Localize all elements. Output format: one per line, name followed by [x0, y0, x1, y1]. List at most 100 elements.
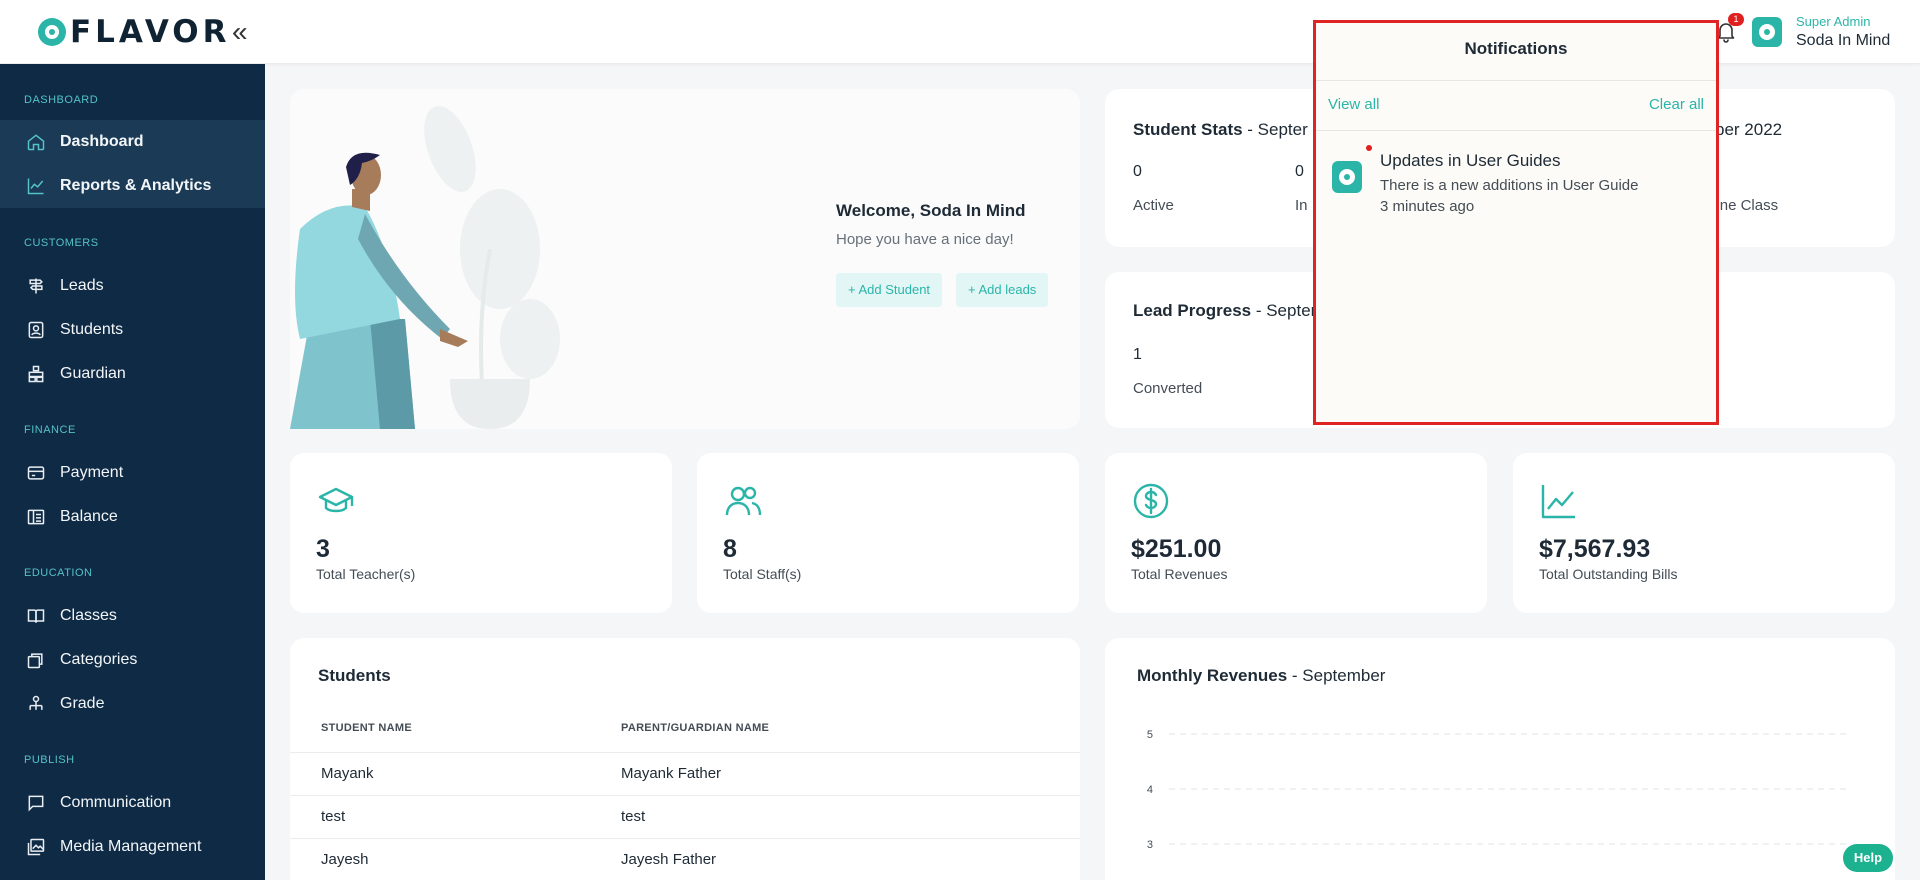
cell-guardian-name: test — [621, 808, 646, 825]
welcome-title: Welcome, Soda In Mind — [836, 201, 1026, 220]
sidebar: DASHBOARD Dashboard Reports & Analytics … — [0, 64, 265, 880]
student-stats-title: Student Stats - Septer — [1133, 120, 1308, 139]
cell-student-name: Mayank — [321, 765, 374, 782]
sidebar-item-categories[interactable]: Categories — [0, 638, 265, 682]
section-label-dashboard: DASHBOARD — [24, 94, 99, 106]
stacked-windows-icon — [26, 650, 46, 670]
cell-student-name: Jayesh — [321, 851, 369, 868]
graduation-cap-icon — [318, 487, 354, 513]
sidebar-item-classes[interactable]: Classes — [0, 594, 265, 638]
sidebar-item-label: Reports & Analytics — [60, 177, 212, 194]
sidebar-item-balance[interactable]: Balance — [0, 495, 265, 539]
sidebar-item-label: Communication — [60, 794, 172, 811]
dollar-circle-icon — [1133, 483, 1169, 519]
sidebar-item-label: Guardian — [60, 365, 126, 382]
lead-progress-title: Lead Progress - Septer — [1133, 301, 1317, 320]
user-name[interactable]: Soda In Mind — [1796, 32, 1890, 50]
cell-guardian-name: Mayank Father — [621, 765, 722, 782]
unread-dot-icon — [1366, 145, 1372, 151]
notification-body: There is a new additions in User Guide — [1380, 177, 1639, 194]
sidebar-item-label: Leads — [60, 277, 104, 294]
student-stats-period: ber 2022 — [1715, 120, 1783, 139]
ledger-icon — [26, 507, 46, 527]
metric-card-staff: 8 Total Staff(s) — [697, 453, 1079, 613]
metric-card-teachers: 3 Total Teacher(s) — [290, 453, 672, 613]
chat-icon — [26, 793, 46, 813]
welcome-subtitle: Hope you have a nice day! — [836, 231, 1014, 248]
sidebar-item-media[interactable]: Media Management — [0, 825, 265, 869]
signpost-icon — [26, 276, 46, 296]
column-header-student-name[interactable]: STUDENT NAME — [321, 722, 412, 734]
monthly-revenues-card: Monthly Revenues - September 543 — [1105, 638, 1895, 880]
clear-all-link[interactable]: Clear all — [1649, 96, 1704, 113]
metric-label: Total Outstanding Bills — [1539, 566, 1678, 582]
welcome-card: Welcome, Soda In Mind Hope you have a ni… — [290, 89, 1080, 429]
logo-text: FLAVOR — [70, 14, 231, 50]
sidebar-item-guardian[interactable]: Guardian — [0, 352, 265, 396]
y-tick-label: 3 — [1147, 839, 1153, 851]
help-button[interactable]: Help — [1843, 844, 1893, 872]
notifications-panel: Notifications View all Clear all Updates… — [1313, 20, 1719, 425]
stat-label-inactive: In — [1295, 197, 1308, 214]
sidebar-item-payment[interactable]: Payment — [0, 451, 265, 495]
divider — [1316, 80, 1716, 81]
metric-label: Total Revenues — [1131, 566, 1228, 582]
sidebar-item-reports[interactable]: Reports & Analytics — [0, 164, 265, 208]
home-icon — [26, 132, 46, 152]
table-row[interactable]: Jayesh Jayesh Father — [290, 838, 1080, 880]
stat-value-inactive: 0 — [1295, 163, 1304, 180]
table-row[interactable]: test test — [290, 795, 1080, 838]
cell-guardian-name: Jayesh Father — [621, 851, 717, 868]
lead-converted-value: 1 — [1133, 346, 1142, 363]
add-leads-button[interactable]: + Add leads — [956, 273, 1049, 307]
cell-student-name: test — [321, 808, 346, 825]
revenue-chart: 5 4 3 — [1147, 729, 1850, 851]
sidebar-item-label: Categories — [60, 651, 138, 668]
notification-item[interactable]: Updates in User Guides There is a new ad… — [1316, 141, 1716, 221]
notification-title: Updates in User Guides — [1380, 151, 1561, 170]
divider — [1316, 130, 1716, 131]
credit-card-icon — [26, 463, 46, 483]
section-label-publish: PUBLISH — [24, 754, 75, 766]
students-title: Students — [318, 666, 391, 685]
contact-card-icon — [26, 320, 46, 340]
notifications-title: Notifications — [1464, 39, 1568, 58]
sidebar-item-leads[interactable]: Leads — [0, 264, 265, 308]
sidebar-item-label: Dashboard — [60, 133, 144, 150]
metric-label: Total Staff(s) — [723, 566, 802, 582]
sidebar-item-label: Classes — [60, 607, 117, 624]
y-tick-label: 5 — [1147, 729, 1153, 741]
sidebar-item-dashboard[interactable]: Dashboard — [0, 120, 265, 164]
collapse-sidebar-icon[interactable]: « — [232, 16, 248, 48]
table-row[interactable]: Mayank Mayank Father — [290, 752, 1080, 795]
stat-value-active: 0 — [1133, 163, 1142, 180]
guardian-icon — [26, 364, 46, 384]
logo-icon — [38, 18, 66, 46]
notification-time: 3 minutes ago — [1380, 198, 1475, 215]
sidebar-item-grade[interactable]: Grade — [0, 682, 265, 726]
avatar[interactable] — [1752, 17, 1782, 47]
images-icon — [26, 837, 46, 857]
sidebar-item-label: Payment — [60, 464, 124, 481]
metric-value: 8 — [723, 535, 737, 563]
logo[interactable]: FLAVOR — [38, 14, 231, 50]
sidebar-item-students[interactable]: Students — [0, 308, 265, 352]
students-card: Students STUDENT NAME PARENT/GUARDIAN NA… — [290, 638, 1080, 880]
user-role: Super Admin — [1796, 14, 1871, 29]
metric-label: Total Teacher(s) — [316, 566, 416, 582]
notification-count-badge: 1 — [1728, 13, 1744, 26]
metric-card-outstanding-bills: $7,567.93 Total Outstanding Bills — [1513, 453, 1895, 613]
chart-icon — [26, 176, 46, 196]
metric-value: $7,567.93 — [1539, 535, 1651, 563]
y-tick-label: 4 — [1147, 784, 1153, 796]
column-header-guardian-name[interactable]: PARENT/GUARDIAN NAME — [621, 722, 769, 734]
lead-converted-label: Converted — [1133, 380, 1203, 397]
hierarchy-icon — [26, 694, 46, 714]
users-icon — [725, 486, 762, 516]
sidebar-item-communication[interactable]: Communication — [0, 781, 265, 825]
sidebar-item-label: Media Management — [60, 838, 202, 855]
view-all-link[interactable]: View all — [1328, 96, 1379, 113]
sidebar-item-label: Grade — [60, 695, 105, 712]
add-student-button[interactable]: + Add Student — [836, 273, 943, 307]
welcome-illustration — [290, 106, 560, 429]
